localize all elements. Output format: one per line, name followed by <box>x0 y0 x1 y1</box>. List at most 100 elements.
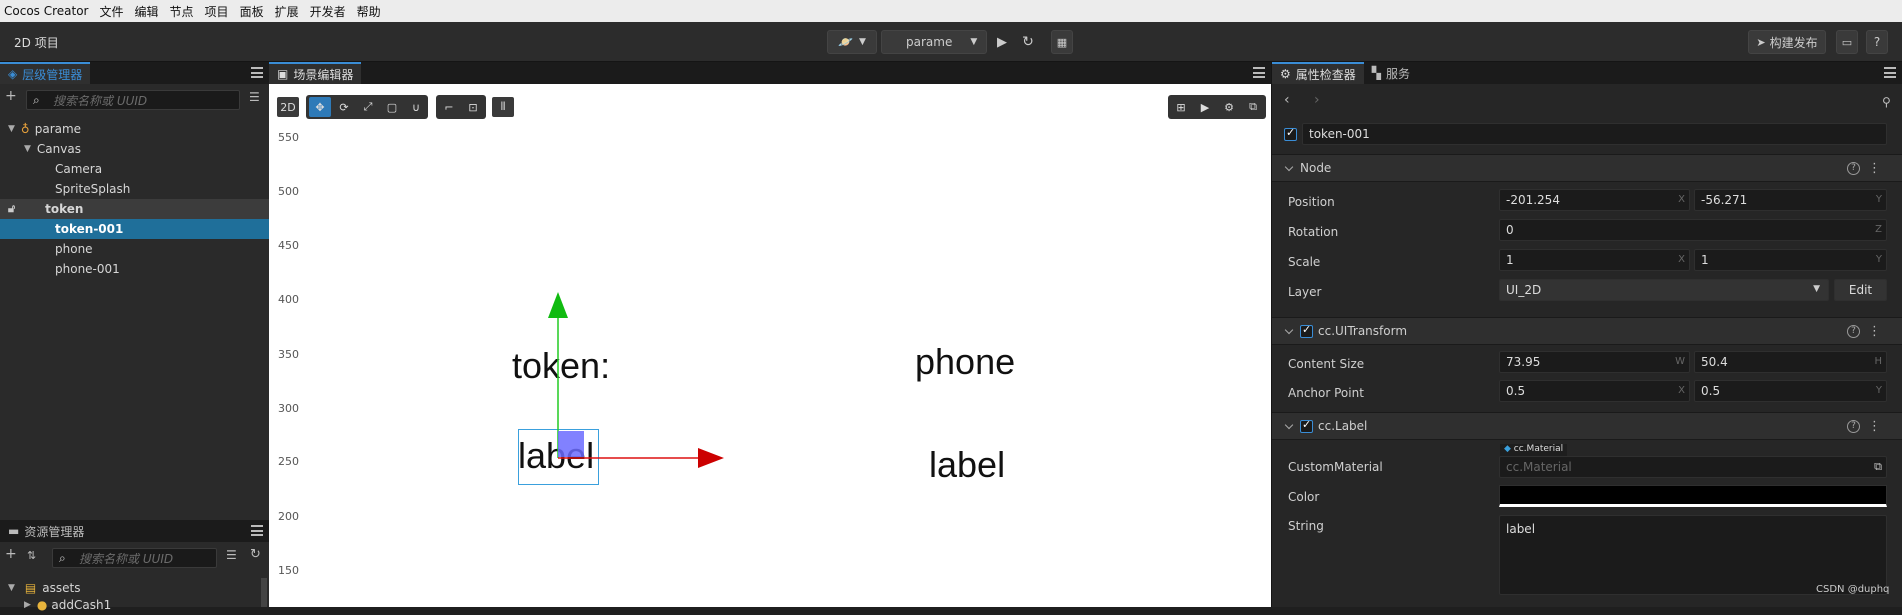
grid-icon[interactable]: ⊞ <box>1170 97 1192 117</box>
content-height-input[interactable]: 50.4 H <box>1694 351 1887 373</box>
search-icon: ⌕ <box>33 93 40 107</box>
node-name-value: token-001 <box>1309 127 1370 141</box>
content-width-value: 73.95 <box>1506 355 1541 369</box>
rect-tool-icon[interactable]: ▢ <box>381 97 403 117</box>
scene-label-right[interactable]: label <box>929 444 1005 486</box>
add-asset-icon[interactable]: + <box>5 546 17 562</box>
hierarchy-search-input[interactable]: ⌕ 搜索名称或 UUID <box>26 90 240 110</box>
tree-node-spritesplash[interactable]: SpriteSplash <box>0 179 269 199</box>
qrcode-icon[interactable]: ▦ <box>1051 30 1073 54</box>
panel-menu-icon[interactable] <box>251 525 263 536</box>
unlock-icon[interactable]: 🔓︎ <box>8 202 15 216</box>
position-y-input[interactable]: -56.271 Y <box>1694 189 1887 211</box>
anchor-y-input[interactable]: 0.5 Y <box>1694 380 1887 402</box>
tab-service[interactable]: ▚ 服务 <box>1364 62 1418 84</box>
help-icon[interactable]: ? <box>1847 419 1860 433</box>
assets-search-input[interactable]: ⌕ 搜索名称或 UUID <box>52 548 217 568</box>
scene-label-phone[interactable]: phone <box>915 341 1015 383</box>
node-name-input[interactable]: token-001 <box>1302 123 1887 145</box>
rotation-input[interactable]: 0Z <box>1499 219 1887 241</box>
position-x-input[interactable]: -201.254 X <box>1499 189 1690 211</box>
gizmo-xy-handle[interactable] <box>558 431 584 457</box>
color-swatch[interactable] <box>1499 485 1887 507</box>
menu-node[interactable]: 节点 <box>170 3 194 20</box>
forward-icon[interactable]: › <box>1314 92 1320 108</box>
more-icon[interactable]: ⋮ <box>1868 324 1881 339</box>
string-textarea[interactable]: label <box>1499 515 1887 595</box>
tree-node-token[interactable]: 🔓︎ token <box>0 199 269 219</box>
sort-icon[interactable]: ⇅ <box>27 549 36 562</box>
more-icon[interactable]: ⋮ <box>1868 161 1881 176</box>
camera-icon[interactable]: ▶ <box>1194 97 1216 117</box>
help-icon[interactable]: ? <box>1847 324 1860 338</box>
node-active-checkbox[interactable] <box>1284 126 1297 141</box>
anchor-x-input[interactable]: 0.5 X <box>1499 380 1690 402</box>
layer-edit-button[interactable]: Edit <box>1834 279 1887 301</box>
menu-extension[interactable]: 扩展 <box>275 3 299 20</box>
add-node-icon[interactable]: + <box>5 88 17 104</box>
help-icon[interactable]: ? <box>1847 161 1860 175</box>
menu-help[interactable]: 帮助 <box>357 3 381 20</box>
scale-x-input[interactable]: 1X <box>1499 249 1690 271</box>
tree-node-label: token <box>45 202 84 216</box>
scale-tool-icon[interactable]: ⤢ <box>357 97 379 117</box>
custom-material-input[interactable]: cc.Material ⧉ <box>1499 456 1887 478</box>
snap-tool-icon[interactable]: ∪ <box>405 97 427 117</box>
layer-select[interactable]: UI_2D ▼ <box>1499 279 1829 301</box>
content-height-value: 50.4 <box>1701 355 1728 369</box>
assets-scrollbar[interactable] <box>261 578 267 607</box>
platform-select[interactable]: 🪐 ▼ <box>827 30 877 54</box>
uitransform-enabled-checkbox[interactable] <box>1300 323 1313 338</box>
label-enabled-checkbox[interactable] <box>1300 418 1313 433</box>
gizmo-settings-icon[interactable]: ⚙ <box>1218 97 1240 117</box>
rotate-tool-icon[interactable]: ⟳ <box>333 97 355 117</box>
asset-item[interactable]: ▶ ● addCash1 <box>0 595 262 615</box>
menu-project[interactable]: 项目 <box>205 3 229 20</box>
refresh-icon[interactable]: ↻ <box>250 547 261 562</box>
menu-file[interactable]: 文件 <box>100 3 124 20</box>
scale-y-input[interactable]: 1Y <box>1694 249 1887 271</box>
menu-app[interactable]: Cocos Creator <box>4 4 89 18</box>
tab-inspector[interactable]: ⚙ 属性检查器 <box>1272 62 1364 84</box>
gizmo-x-arrow[interactable] <box>698 448 724 468</box>
panel-menu-icon[interactable] <box>1884 67 1896 78</box>
pivot-icon[interactable]: ⌐ <box>438 97 460 117</box>
menu-edit[interactable]: 编辑 <box>135 3 159 20</box>
asset-picker-icon[interactable]: ⧉ <box>1874 460 1882 474</box>
tab-scene[interactable]: ▣ 场景编辑器 <box>269 62 362 84</box>
content-width-input[interactable]: 73.95 W <box>1499 351 1690 373</box>
gizmo-y-arrow[interactable] <box>548 292 568 318</box>
move-gizmo[interactable] <box>500 290 740 480</box>
play-icon[interactable]: ▶ <box>992 30 1012 54</box>
menu-panel[interactable]: 面板 <box>240 3 264 20</box>
pin-icon[interactable]: ⚲ <box>1882 95 1891 109</box>
help-icon[interactable]: ? <box>1866 30 1888 54</box>
label-section-header[interactable]: cc.Label ? ⋮ <box>1272 412 1902 440</box>
tree-node-camera[interactable]: Camera <box>0 159 269 179</box>
list-view-icon[interactable]: ☰ <box>226 548 237 562</box>
back-icon[interactable]: ‹ <box>1284 92 1290 108</box>
build-button[interactable]: ➤ 构建发布 <box>1748 30 1826 54</box>
tab-hierarchy[interactable]: ◈ 层级管理器 <box>0 62 91 84</box>
mode-2d-button[interactable]: 2D <box>277 97 299 117</box>
list-view-icon[interactable]: ☰ <box>249 90 260 104</box>
panel-menu-icon[interactable] <box>251 67 263 78</box>
tree-node-token-001[interactable]: token-001 <box>0 219 269 239</box>
align-icon[interactable]: ⫴ <box>492 97 514 117</box>
preview-icon[interactable]: ⧉ <box>1242 97 1264 117</box>
folder-icon[interactable]: ▭ <box>1836 30 1858 54</box>
tree-node-phone-001[interactable]: phone-001 <box>0 259 269 279</box>
tree-node-parame[interactable]: ▼ ♁ parame <box>0 119 269 139</box>
node-section-header[interactable]: Node ? ⋮ <box>1272 154 1902 182</box>
tree-node-canvas[interactable]: ▼ Canvas <box>0 139 269 159</box>
tree-node-phone[interactable]: phone <box>0 239 269 259</box>
refresh-icon[interactable]: ↻ <box>1018 30 1038 54</box>
more-icon[interactable]: ⋮ <box>1868 419 1881 434</box>
tab-assets[interactable]: ▬ 资源管理器 <box>0 520 92 542</box>
panel-menu-icon[interactable] <box>1253 67 1265 78</box>
local-global-icon[interactable]: ⊡ <box>462 97 484 117</box>
move-tool-icon[interactable]: ✥ <box>309 97 331 117</box>
scene-select[interactable]: parame ▼ <box>881 30 987 54</box>
uitransform-section-header[interactable]: cc.UITransform ? ⋮ <box>1272 317 1902 345</box>
menu-developer[interactable]: 开发者 <box>310 3 346 20</box>
